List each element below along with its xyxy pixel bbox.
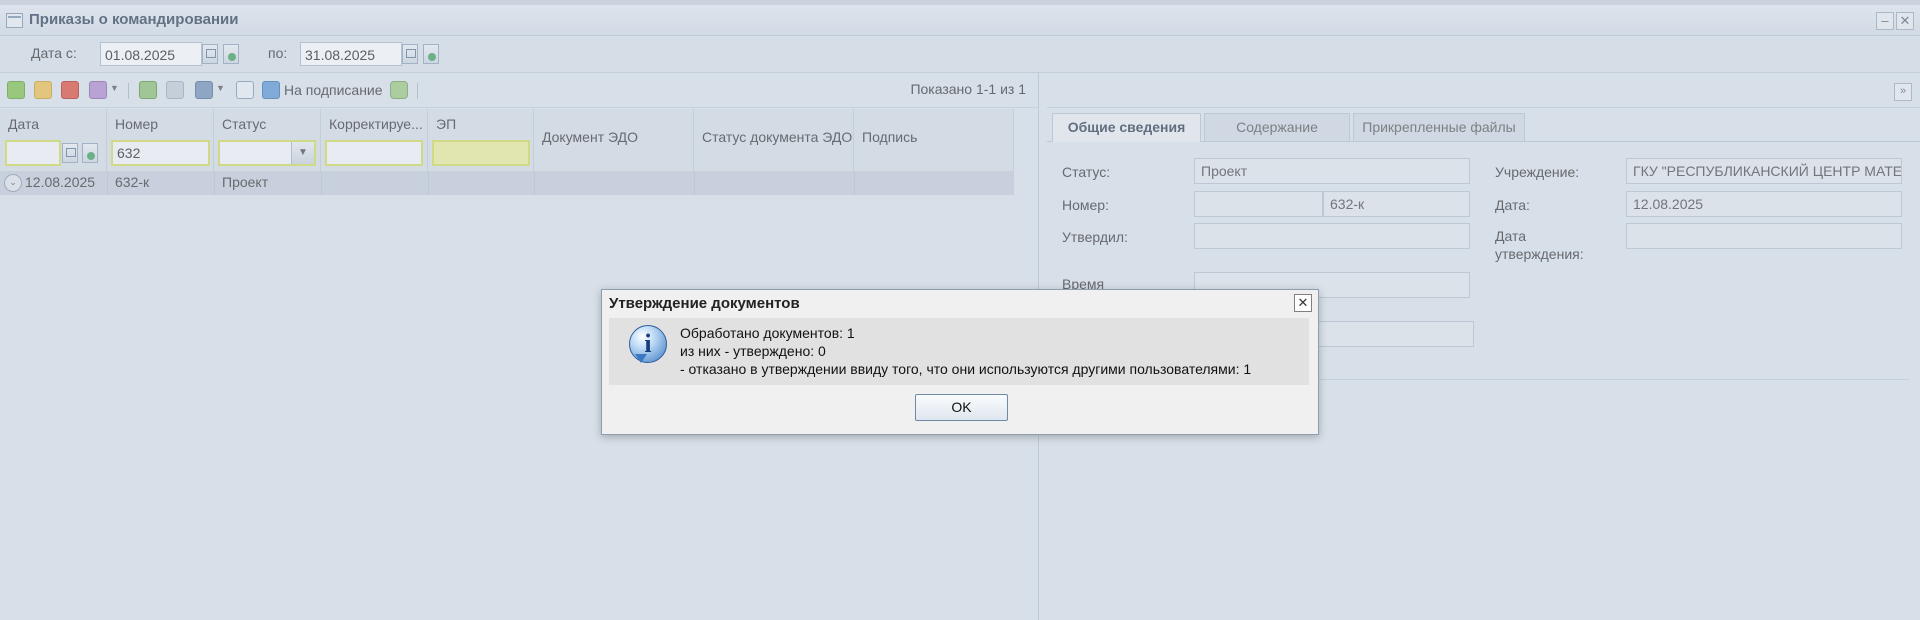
message-line-1: Обработано документов: 1 (680, 325, 855, 341)
approval-dialog: Утверждение документов ✕ i Обработано до… (601, 289, 1319, 435)
dialog-title: Утверждение документов (609, 295, 800, 312)
message-line-2: из них - утверждено: 0 (680, 343, 826, 359)
dialog-body: i Обработано документов: 1 из них - утве… (609, 318, 1309, 385)
close-icon[interactable]: ✕ (1294, 294, 1312, 312)
ok-button[interactable]: OK (915, 394, 1008, 421)
message-line-3: - отказано в утверждении ввиду того, что… (680, 361, 1252, 377)
info-icon-tail (635, 354, 647, 363)
